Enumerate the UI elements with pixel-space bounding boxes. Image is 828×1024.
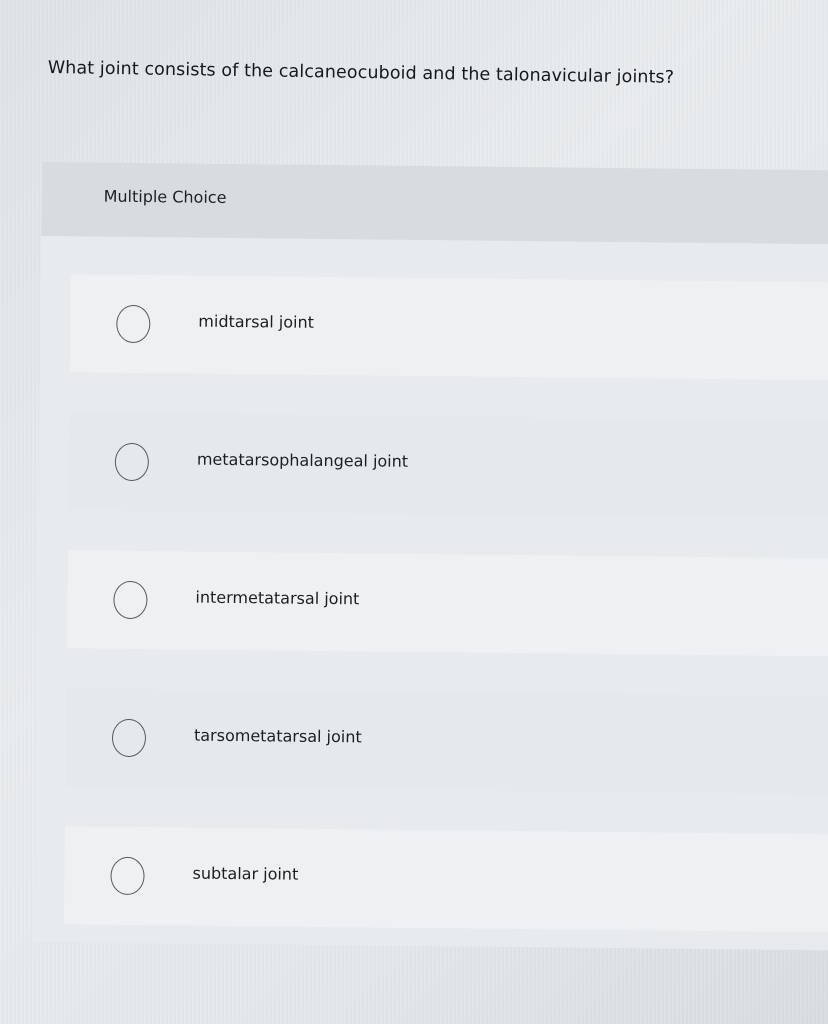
option-intermetatarsal[interactable]: intermetatarsal joint [66, 550, 828, 657]
option-metatarsophalangeal[interactable]: metatarsophalangeal joint [68, 412, 828, 519]
option-subtalar[interactable]: subtalar joint [64, 826, 828, 933]
option-midtarsal[interactable]: midtarsal joint [69, 274, 828, 381]
option-label: subtalar joint [192, 863, 299, 884]
radio-button-icon[interactable] [114, 442, 150, 482]
radio-button-icon[interactable] [110, 856, 145, 896]
option-label: midtarsal joint [198, 311, 315, 332]
panel-header: Multiple Choice [41, 162, 828, 245]
multiple-choice-panel: Multiple Choice midtarsal joint metatars… [33, 162, 828, 951]
option-label: tarsometatarsal joint [193, 725, 362, 747]
option-label: intermetatarsal joint [195, 587, 360, 609]
option-tarsometatarsal[interactable]: tarsometatarsal joint [65, 688, 828, 795]
radio-button-icon[interactable] [116, 304, 151, 344]
option-label: metatarsophalangeal joint [196, 449, 409, 471]
radio-button-icon[interactable] [111, 718, 147, 758]
question-text: What joint consists of the calcaneocuboi… [47, 58, 675, 88]
radio-button-icon[interactable] [113, 580, 148, 620]
multiple-choice-label: Multiple Choice [103, 186, 227, 207]
